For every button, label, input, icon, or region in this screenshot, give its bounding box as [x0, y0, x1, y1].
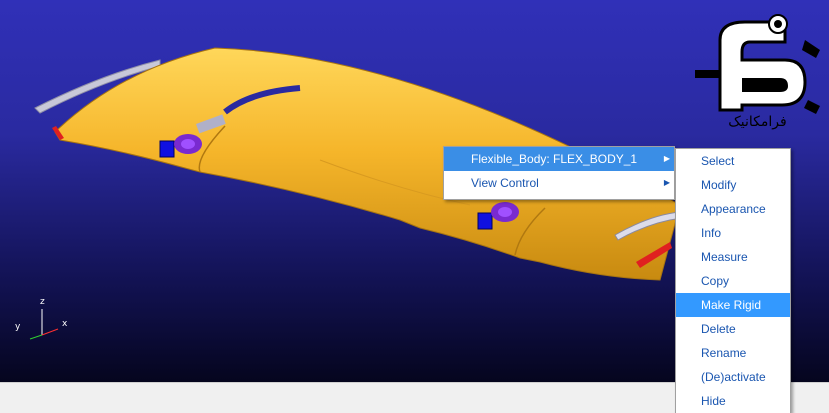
submenu: Select Modify Appearance Info Measure Co… [675, 148, 791, 413]
context-menu: Flexible_Body: FLEX_BODY_1 ▶ View Contro… [443, 146, 675, 200]
gear-logo-icon [695, 14, 820, 114]
axis-y-label: y [15, 322, 21, 332]
submenu-item-modify[interactable]: Modify [676, 173, 790, 197]
submenu-item-copy[interactable]: Copy [676, 269, 790, 293]
submenu-item-delete[interactable]: Delete [676, 317, 790, 341]
watermark-logo: فرامکانیک [690, 10, 825, 140]
axis-x-label: x [62, 319, 68, 329]
submenu-item-deactivate[interactable]: (De)activate [676, 365, 790, 389]
axis-z-label: z [40, 297, 45, 307]
menu-item-flexible-body[interactable]: Flexible_Body: FLEX_BODY_1 ▶ [444, 147, 674, 171]
submenu-item-info[interactable]: Info [676, 221, 790, 245]
submenu-item-make-rigid[interactable]: Make Rigid [676, 293, 790, 317]
submenu-item-hide[interactable]: Hide [676, 389, 790, 413]
chevron-right-icon: ▶ [663, 178, 670, 187]
menu-item-view-control[interactable]: View Control ▶ [444, 171, 674, 195]
submenu-item-appearance[interactable]: Appearance [676, 197, 790, 221]
logo-text: فرامکانیک [728, 114, 787, 130]
submenu-item-measure[interactable]: Measure [676, 245, 790, 269]
chevron-right-icon: ▶ [663, 154, 670, 163]
submenu-item-select[interactable]: Select [676, 149, 790, 173]
submenu-item-rename[interactable]: Rename [676, 341, 790, 365]
axis-triad: z x y [12, 295, 72, 345]
